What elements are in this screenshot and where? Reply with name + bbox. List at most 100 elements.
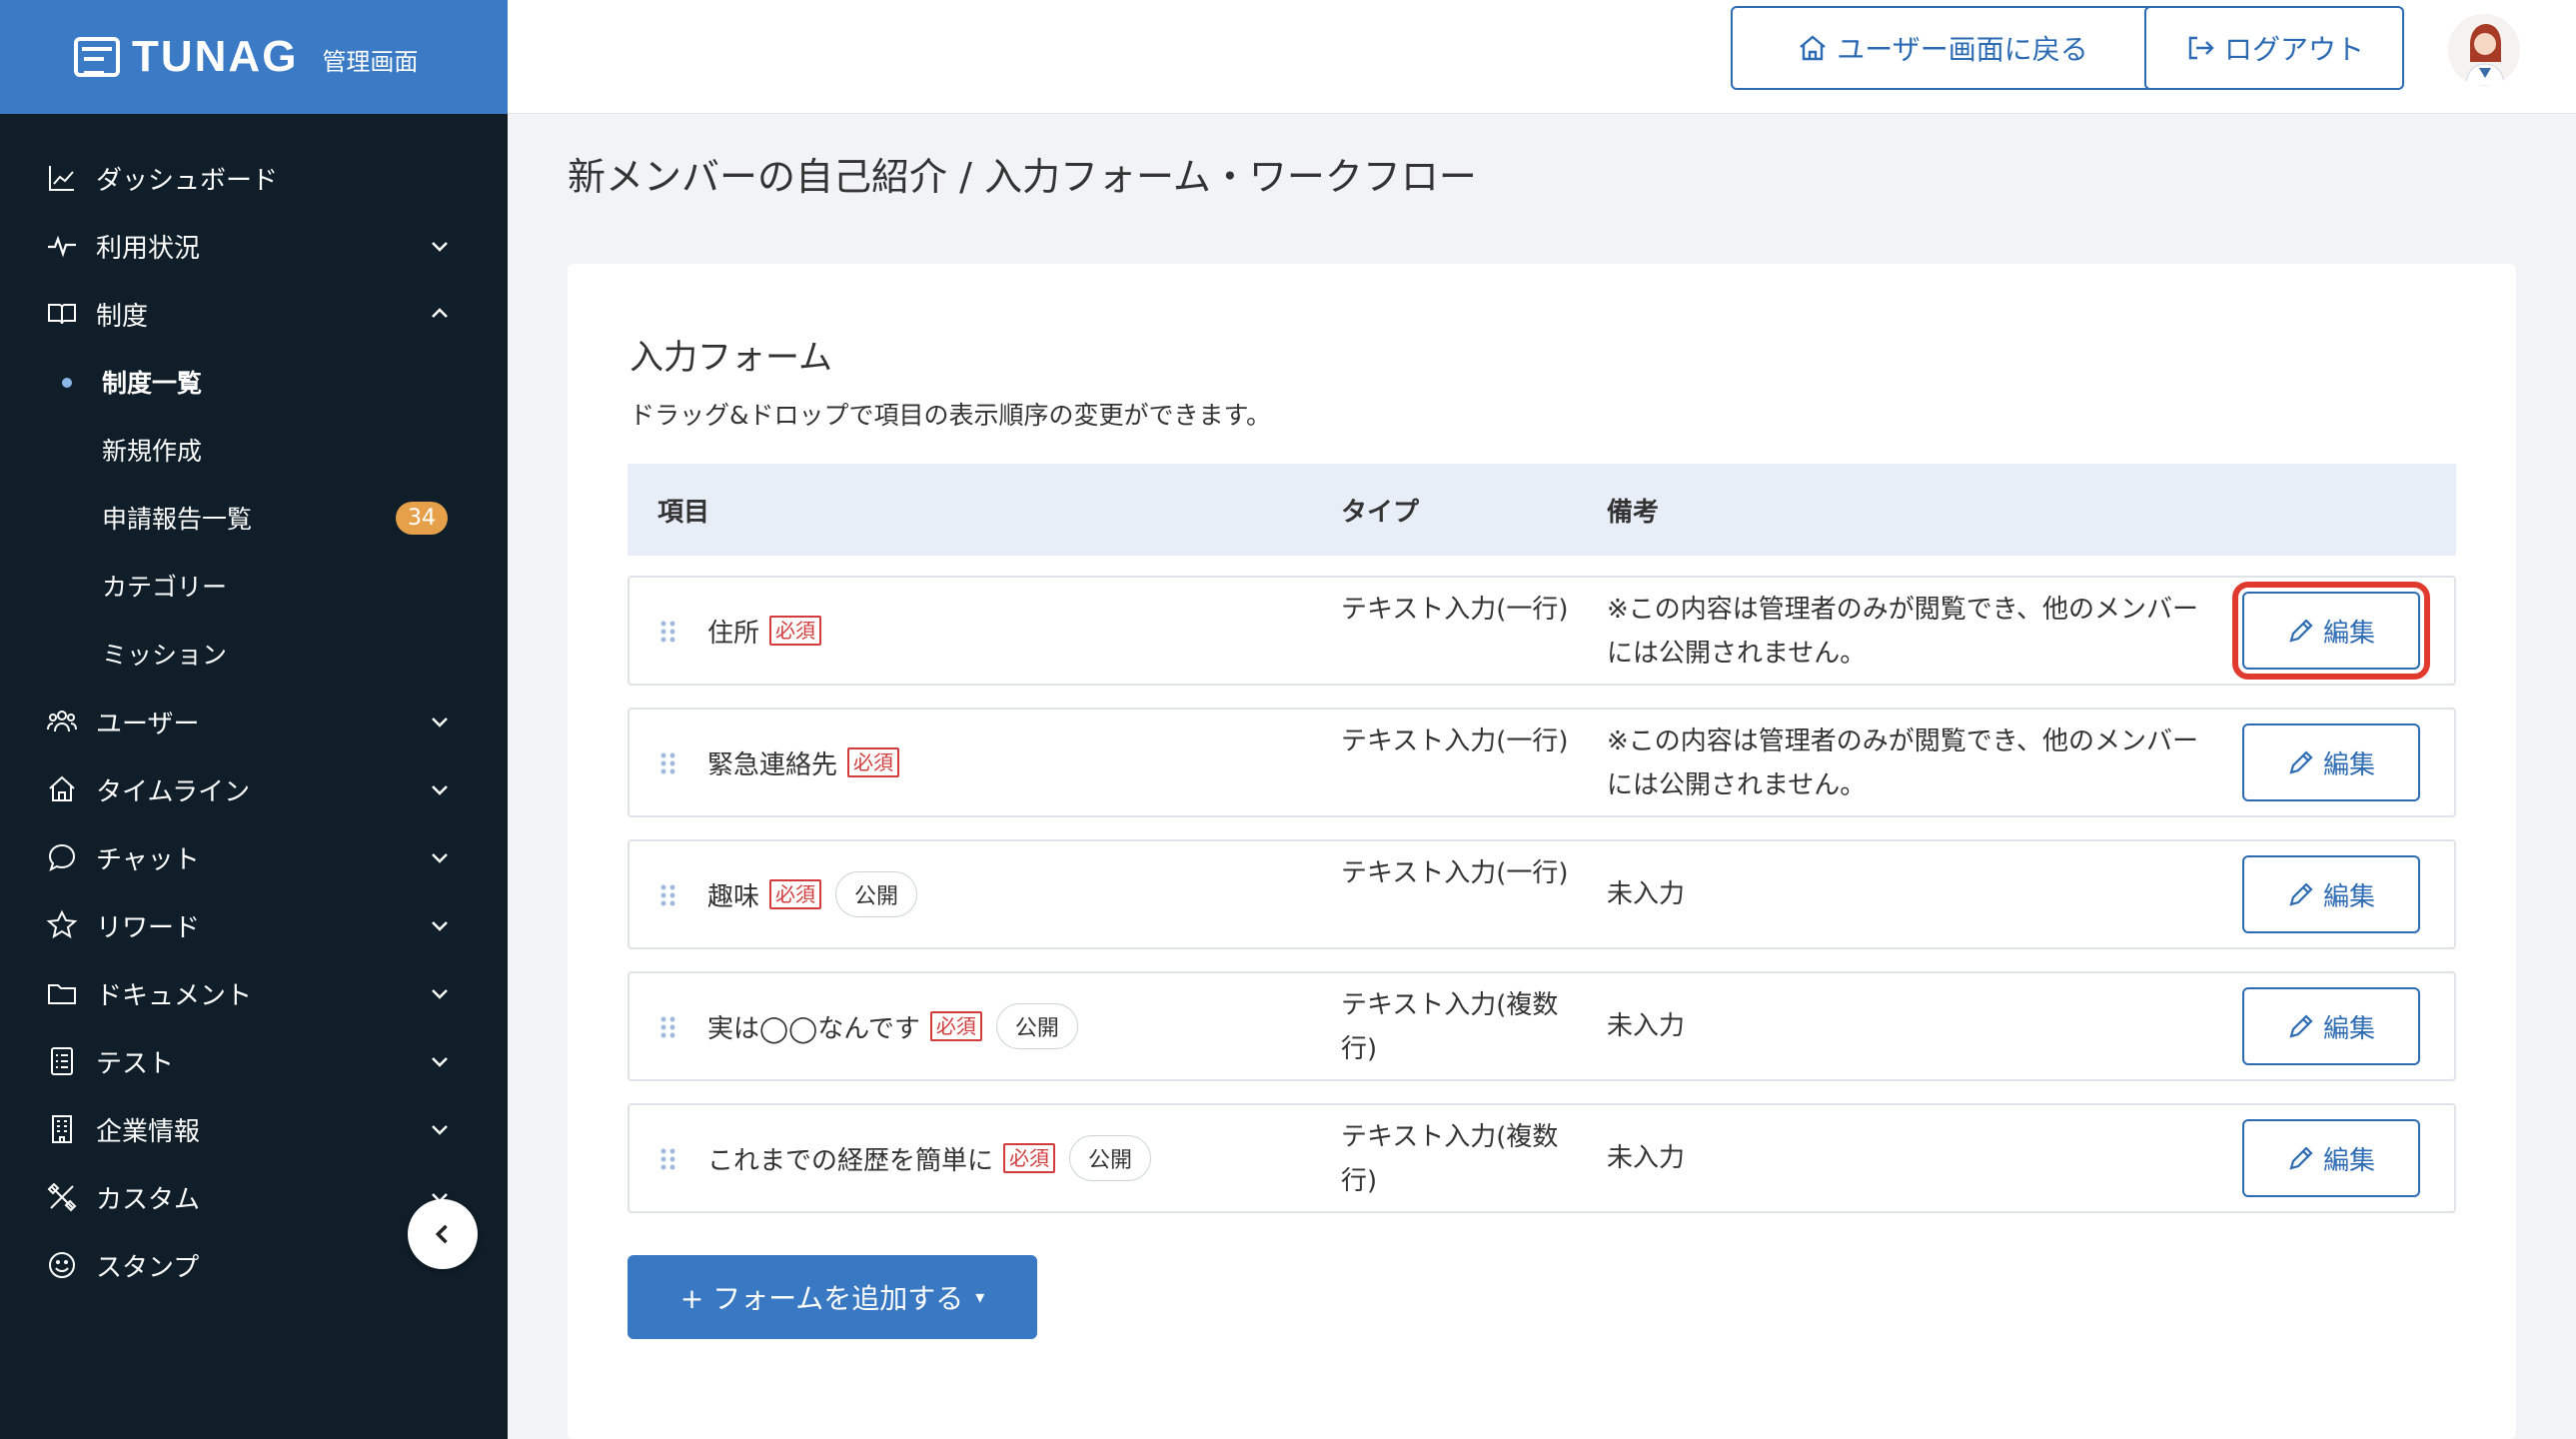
sidebar-subitem-mission[interactable]: ミッション <box>0 620 508 688</box>
book-icon <box>46 298 78 330</box>
field-type: テキスト入力(複数行) <box>1341 1122 1559 1196</box>
field-name-label: 緊急連絡先 <box>707 749 838 780</box>
field-name: 住所 必須 <box>707 578 822 684</box>
top-header: ユーザー画面に戻る ログアウト <box>508 0 2576 114</box>
sidebar-subitem-applications[interactable]: 申請報告一覧 34 <box>0 484 508 552</box>
pencil-icon <box>2289 619 2313 643</box>
logout-button[interactable]: ログアウト <box>2144 6 2404 90</box>
sidebar-subitem-label: 申請報告一覧 <box>102 505 253 534</box>
drag-handle-icon[interactable] <box>659 620 677 644</box>
field-note: 未入力 <box>1607 1011 1686 1041</box>
edit-button[interactable]: 編集 <box>2242 855 2420 933</box>
required-tag: 必須 <box>769 616 822 646</box>
sidebar-subitem-new[interactable]: 新規作成 <box>0 416 508 484</box>
chevron-down-icon <box>432 853 448 863</box>
sidebar-collapse-button[interactable] <box>408 1199 478 1269</box>
drag-handle-icon[interactable] <box>659 883 677 907</box>
smile-icon <box>46 1249 78 1281</box>
field-note: ※この内容は管理者のみが閲覧でき、他のメンバーには公開されません。 <box>1607 726 2198 800</box>
edit-button[interactable]: 編集 <box>2232 582 2430 680</box>
logout-icon <box>2188 36 2214 60</box>
sidebar-item-label: テスト <box>96 1048 175 1079</box>
field-name: 実は◯◯なんです 必須 公開 <box>707 973 1078 1079</box>
table-row[interactable]: 緊急連絡先 必須 テキスト入力(一行) ※この内容は管理者のみが閲覧でき、他のメ… <box>628 708 2456 817</box>
pencil-icon <box>2289 882 2313 906</box>
chevron-down-icon <box>432 718 448 727</box>
edit-label: 編集 <box>2322 1145 2375 1176</box>
sidebar-item-test[interactable]: テスト <box>0 1027 508 1095</box>
brand-subtitle: 管理画面 <box>322 47 419 76</box>
table-row[interactable]: 実は◯◯なんです 必須 公開 テキスト入力(複数行) 未入力 編集 <box>628 971 2456 1081</box>
section-title: 入力フォーム <box>630 338 832 378</box>
sidebar-item-dashboard[interactable]: ダッシュボード <box>0 144 508 212</box>
drag-handle-icon[interactable] <box>659 1015 677 1039</box>
drag-handle-icon[interactable] <box>659 751 677 775</box>
sidebar-item-usage[interactable]: 利用状況 <box>0 212 508 280</box>
chevron-down-icon <box>432 1125 448 1135</box>
field-note: ※この内容は管理者のみが閲覧でき、他のメンバーには公開されません。 <box>1607 595 2198 669</box>
users-icon <box>46 706 78 737</box>
public-tag: 公開 <box>1069 1135 1152 1181</box>
sidebar-item-label: カスタム <box>96 1184 201 1215</box>
field-type: テキスト入力(複数行) <box>1341 990 1559 1064</box>
back-to-user-view-label: ユーザー画面に戻る <box>1837 33 2088 66</box>
sidebar-nav: ダッシュボード 利用状況 制度 制度一覧 新規作成 申請報告一覧 34 カテゴリ… <box>0 114 508 1299</box>
field-type: テキスト入力(一行) <box>1341 726 1569 756</box>
sidebar-item-timeline[interactable]: タイムライン <box>0 755 508 823</box>
edit-label: 編集 <box>2322 881 2375 912</box>
sidebar-item-label: リワード <box>96 912 201 943</box>
add-form-label: + フォームを追加する <box>679 1282 964 1315</box>
column-header-note: 備考 <box>1607 497 1660 528</box>
edit-button[interactable]: 編集 <box>2242 987 2420 1065</box>
edit-label: 編集 <box>2322 749 2375 780</box>
pencil-icon <box>2289 1146 2313 1170</box>
add-form-button[interactable]: + フォームを追加する ▾ <box>628 1255 1037 1339</box>
tools-icon <box>46 1181 78 1213</box>
table-row[interactable]: 趣味 必須 公開 テキスト入力(一行) 未入力 編集 <box>628 839 2456 949</box>
field-type: テキスト入力(一行) <box>1341 858 1569 888</box>
field-name: これまでの経歴を簡単に 必須 公開 <box>707 1105 1152 1211</box>
edit-button[interactable]: 編集 <box>2242 1119 2420 1197</box>
test-icon <box>46 1045 78 1077</box>
field-note: 未入力 <box>1607 1143 1686 1173</box>
field-type: テキスト入力(一行) <box>1341 595 1569 625</box>
sidebar-subitem-label: ミッション <box>102 641 228 670</box>
chevron-down-icon <box>432 1057 448 1067</box>
sidebar-item-label: スタンプ <box>96 1252 200 1283</box>
table-row[interactable]: 住所 必須 テキスト入力(一行) ※この内容は管理者のみが閲覧でき、他のメンバー… <box>628 576 2456 686</box>
field-note: 未入力 <box>1607 879 1686 909</box>
chevron-down-icon <box>432 921 448 931</box>
table-row[interactable]: これまでの経歴を簡単に 必須 公開 テキスト入力(複数行) 未入力 編集 <box>628 1103 2456 1213</box>
brand-logo[interactable]: TUNAG 管理画面 <box>0 0 508 114</box>
home-icon <box>1800 35 1827 61</box>
avatar[interactable] <box>2448 14 2520 86</box>
pencil-icon <box>2289 750 2313 774</box>
sidebar-subitem-system-list[interactable]: 制度一覧 <box>0 348 508 416</box>
column-header-type: タイプ <box>1341 497 1420 528</box>
sidebar-subitem-label: 新規作成 <box>102 437 203 466</box>
field-name: 緊急連絡先 必須 <box>707 710 900 815</box>
sidebar-item-label: タイムライン <box>96 776 251 807</box>
chevron-left-icon <box>435 1224 448 1244</box>
chart-icon <box>46 162 78 194</box>
drag-handle-icon[interactable] <box>659 1147 677 1171</box>
caret-down-icon: ▾ <box>975 1286 985 1308</box>
tunag-logo-icon <box>74 37 120 77</box>
sidebar-subitem-category[interactable]: カテゴリー <box>0 552 508 620</box>
sidebar-item-system[interactable]: 制度 <box>0 280 508 348</box>
edit-button[interactable]: 編集 <box>2242 723 2420 801</box>
sidebar-item-label: 企業情報 <box>96 1116 201 1147</box>
building-icon <box>46 1113 78 1145</box>
sidebar-item-reward[interactable]: リワード <box>0 891 508 959</box>
field-name-label: 実は◯◯なんです <box>707 1013 920 1044</box>
user-avatar-icon <box>2448 14 2520 86</box>
sidebar-item-company[interactable]: 企業情報 <box>0 1095 508 1163</box>
chevron-down-icon <box>432 785 448 795</box>
back-to-user-view-button[interactable]: ユーザー画面に戻る <box>1731 6 2154 90</box>
sidebar-item-users[interactable]: ユーザー <box>0 688 508 755</box>
count-badge: 34 <box>396 501 448 535</box>
sidebar-item-document[interactable]: ドキュメント <box>0 959 508 1027</box>
sidebar-item-chat[interactable]: チャット <box>0 823 508 891</box>
chat-icon <box>46 841 78 873</box>
pencil-icon <box>2289 1014 2313 1038</box>
